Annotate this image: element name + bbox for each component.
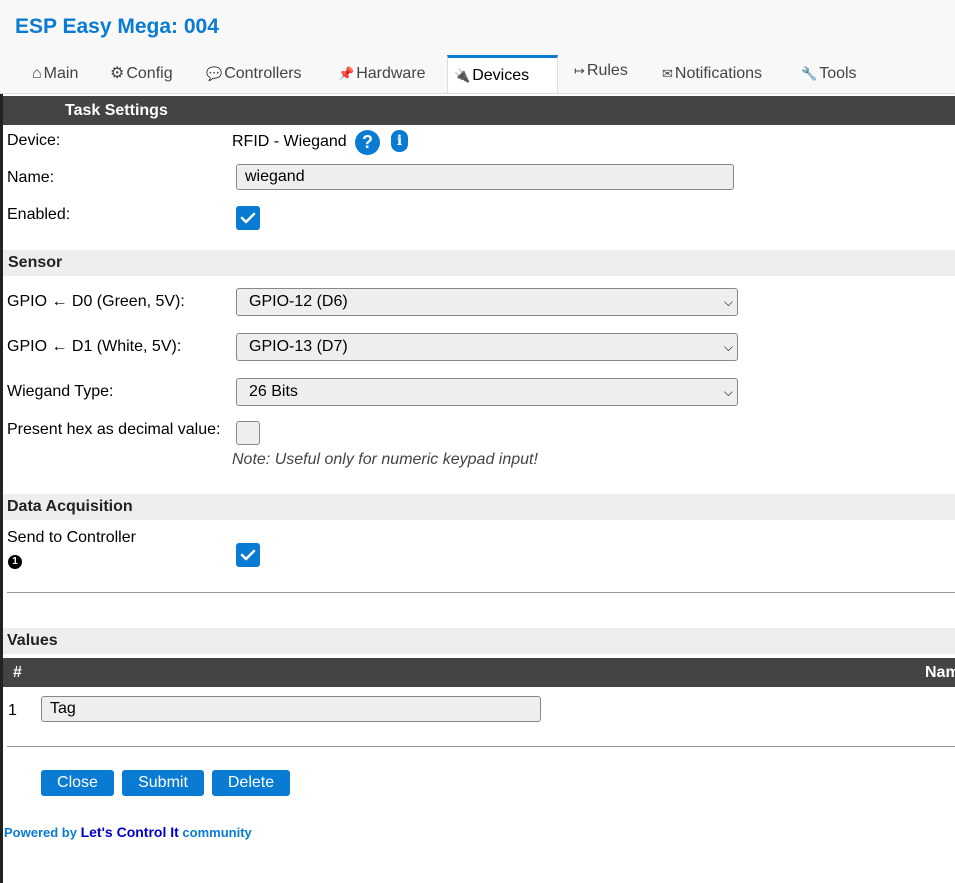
tab-hardware[interactable]: 📌 Hardware	[332, 55, 432, 93]
chevron-down-icon: ⌵	[723, 340, 733, 354]
pin-icon: 📌	[338, 66, 355, 81]
gpio-d0-value: GPIO-12 (D6)	[249, 293, 348, 310]
wiegand-type-value: 26 Bits	[249, 383, 298, 400]
tab-controllers[interactable]: 💬 Controllers	[200, 55, 308, 93]
tab-main[interactable]: ⌂ Main	[26, 55, 84, 93]
value-name-input[interactable]: Tag	[41, 696, 541, 722]
footer: Powered by Let's Control It community	[4, 824, 252, 840]
app-title: ESP Easy Mega: 004	[15, 15, 219, 38]
hex-decimal-checkbox[interactable]	[236, 421, 260, 445]
footer-prefix: Powered by	[4, 825, 81, 840]
task-settings-header: Task Settings	[3, 96, 955, 125]
gpio-d1-select[interactable]: GPIO-13 (D7) ⌵	[236, 333, 738, 361]
arrow-icon: ↦	[574, 63, 585, 78]
tab-notifications[interactable]: ✉ Notifications	[656, 55, 768, 93]
sensor-title: Sensor	[8, 254, 63, 271]
header-divider	[0, 93, 955, 94]
gpio-d0-select[interactable]: GPIO-12 (D6) ⌵	[236, 288, 738, 316]
tab-devices[interactable]: 🔌 Devices	[447, 55, 558, 94]
home-icon: ⌂	[32, 65, 42, 82]
sensor-header: Sensor	[3, 250, 955, 276]
chevron-down-icon: ⌵	[723, 295, 733, 309]
name-label: Name:	[7, 169, 55, 186]
hex-decimal-label: Present hex as decimal value:	[7, 421, 221, 438]
info-icon[interactable]: i	[391, 130, 408, 152]
tab-label: Hardware	[356, 65, 426, 82]
task-settings-title: Task Settings	[65, 102, 168, 119]
wrench-icon: 🔧	[801, 66, 818, 81]
col-num-header: #	[13, 664, 22, 681]
tab-label: Main	[43, 65, 79, 82]
device-value: RFID - Wiegand	[232, 133, 347, 150]
tab-label: Config	[126, 65, 173, 82]
gpio-d1-value: GPIO-13 (D7)	[249, 338, 348, 355]
footer-link[interactable]: Let's Control It	[81, 824, 179, 840]
device-label: Device:	[7, 132, 61, 149]
plug-icon: 🔌	[454, 68, 471, 83]
send-to-controller-label: Send to Controller	[7, 529, 136, 546]
envelope-icon: ✉	[662, 66, 673, 81]
enabled-checkbox[interactable]	[236, 206, 260, 230]
values-header: Values	[3, 628, 955, 654]
wiegand-type-select[interactable]: 26 Bits ⌵	[236, 378, 738, 406]
speech-bubble-icon: 💬	[206, 66, 223, 81]
close-button[interactable]: Close	[41, 770, 114, 796]
tab-config[interactable]: ⚙ Config	[104, 55, 179, 93]
tab-tools[interactable]: 🔧 Tools	[795, 55, 863, 93]
enabled-label: Enabled:	[7, 206, 71, 223]
col-name-header: Nam	[925, 664, 955, 681]
tab-label: Tools	[819, 65, 857, 82]
name-input[interactable]: wiegand	[236, 164, 734, 190]
value-row-num: 1	[8, 702, 17, 719]
tab-label: Controllers	[224, 65, 302, 82]
left-border	[0, 0, 3, 883]
hex-note: Note: Useful only for numeric keypad inp…	[232, 451, 538, 468]
controller-index-badge: 1	[8, 555, 22, 569]
divider	[7, 592, 955, 593]
submit-button[interactable]: Submit	[122, 770, 204, 796]
check-icon	[240, 549, 256, 561]
data-acquisition-title: Data Acquisition	[7, 498, 133, 515]
delete-button[interactable]: Delete	[212, 770, 290, 796]
gpio-d0-label: GPIO ← D0 (Green, 5V):	[7, 293, 185, 310]
footer-suffix: community	[178, 825, 252, 840]
help-icon[interactable]: ?	[355, 130, 380, 155]
send-to-controller-checkbox[interactable]	[236, 543, 260, 567]
tab-label: Devices	[472, 67, 530, 84]
gear-icon: ⚙	[110, 65, 125, 82]
tab-label: Rules	[586, 62, 628, 79]
wiegand-type-label: Wiegand Type:	[7, 383, 114, 400]
tab-bar: ⌂ Main ⚙ Config 💬 Controllers 📌 Hardware 🔌 De…	[0, 55, 955, 95]
gpio-d1-label: GPIO ← D1 (White, 5V):	[7, 338, 182, 355]
tab-rules[interactable]: ↦ Rules	[568, 52, 634, 90]
tab-label: Notifications	[674, 65, 763, 82]
check-icon	[240, 212, 256, 224]
values-title: Values	[7, 632, 58, 649]
data-acquisition-header: Data Acquisition	[3, 494, 955, 520]
header: ESP Easy Mega: 004 ⌂ Main ⚙ Config 💬 Contro…	[0, 0, 955, 94]
chevron-down-icon: ⌵	[723, 385, 733, 399]
values-table-header: # Nam	[3, 658, 955, 687]
divider	[7, 746, 955, 747]
